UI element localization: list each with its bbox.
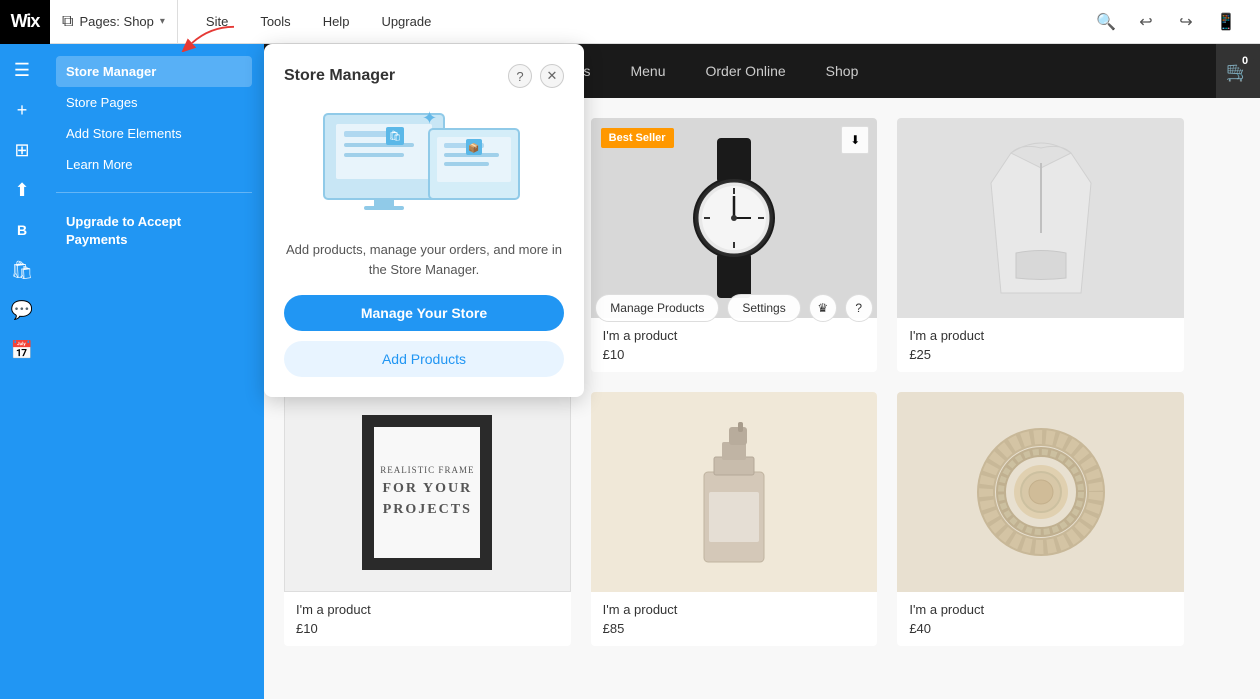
zoom-out-button[interactable]: 🔍 xyxy=(1088,4,1124,40)
red-arrow xyxy=(170,22,250,52)
product-image-perfume xyxy=(591,392,878,592)
sidebar-icon-calendar[interactable]: 📅 xyxy=(4,332,40,368)
nav-order-online[interactable]: Order Online xyxy=(686,44,806,98)
product-price-scarf: £40 xyxy=(909,621,1172,636)
scarf-illustration xyxy=(961,412,1121,572)
popup-header: Store Manager ? ✕ xyxy=(284,64,564,88)
pages-button[interactable]: ⧉ Pages: Shop ▾ xyxy=(50,0,178,44)
main-nav-right: 🛒 0 xyxy=(1216,44,1260,98)
help-icon[interactable]: ? xyxy=(845,294,873,322)
cart-badge: 0 xyxy=(1236,52,1254,70)
hoodie-illustration xyxy=(971,133,1111,303)
product-card-scarf[interactable]: I'm a product £40 xyxy=(897,392,1184,646)
sidebar-icon-add[interactable]: + xyxy=(4,92,40,128)
sidebar-icon-upload[interactable]: ⬆ xyxy=(4,172,40,208)
manage-overlay: Manage Products Settings ♛ ? xyxy=(591,294,878,322)
product-image-scarf xyxy=(897,392,1184,592)
best-seller-badge: Best Seller xyxy=(601,128,674,148)
sidebar-item-learn-more[interactable]: Learn More xyxy=(56,149,252,180)
illustration-svg: 🛍 📦 ✦ xyxy=(314,99,534,229)
product-name-scarf: I'm a product xyxy=(909,602,1172,617)
popup-actions: ? ✕ xyxy=(508,64,564,88)
upgrade-title[interactable]: Upgrade to Accept Payments xyxy=(66,213,242,249)
svg-text:📦: 📦 xyxy=(468,142,479,153)
top-bar-right: 🔍 ↩ ↪ 📱 xyxy=(1088,4,1260,40)
perfume-illustration xyxy=(684,412,784,572)
popup-title: Store Manager xyxy=(284,67,395,85)
undo-button[interactable]: ↩ xyxy=(1128,4,1164,40)
download-button[interactable]: ⬇ xyxy=(841,126,869,154)
left-sidebar: ☰ + ⊞ ⬆ B 🛍 💬 📅 xyxy=(0,44,44,699)
watch-illustration xyxy=(669,138,799,298)
product-price-frame: £10 xyxy=(296,621,559,636)
product-card-frame[interactable]: REALISTIC FRAMEFOR YOURPROJECTS I'm a pr… xyxy=(284,392,571,646)
product-image-hoodie xyxy=(897,118,1184,318)
product-card-watch[interactable]: Best Seller ⬇ xyxy=(591,118,878,372)
manage-products-button[interactable]: Manage Products xyxy=(595,294,719,322)
sidebar-icon-grid[interactable]: ⊞ xyxy=(4,132,40,168)
svg-text:🛍: 🛍 xyxy=(389,130,402,142)
chevron-down-icon: ▾ xyxy=(160,16,165,27)
product-info-hoodie: I'm a product £25 xyxy=(897,318,1184,372)
product-info-frame: I'm a product £10 xyxy=(284,592,571,646)
product-price-watch: £10 xyxy=(603,347,866,362)
product-name-perfume: I'm a product xyxy=(603,602,866,617)
sidebar-icon-blog[interactable]: B xyxy=(4,212,40,248)
store-panel: Store Manager Store Pages Add Store Elem… xyxy=(44,44,264,699)
devices-button[interactable]: 📱 xyxy=(1208,4,1244,40)
cart-button[interactable]: 🛒 0 xyxy=(1216,44,1260,98)
sidebar-icon-store[interactable]: 🛍 xyxy=(4,252,40,288)
sidebar-icon-chat[interactable]: 💬 xyxy=(4,292,40,328)
crown-icon[interactable]: ♛ xyxy=(809,294,837,322)
product-price-perfume: £85 xyxy=(603,621,866,636)
product-image-watch xyxy=(591,118,878,318)
settings-button[interactable]: Settings xyxy=(727,294,800,322)
popup-description: Add products, manage your orders, and mo… xyxy=(284,240,564,279)
frame-text: REALISTIC FRAMEFOR YOURPROJECTS xyxy=(380,464,474,520)
product-image-frame: REALISTIC FRAMEFOR YOURPROJECTS xyxy=(284,392,571,592)
tools-menu[interactable]: Tools xyxy=(248,0,302,44)
manage-your-store-button[interactable]: Manage Your Store xyxy=(284,295,564,331)
popup-help-button[interactable]: ? xyxy=(508,64,532,88)
product-price-hoodie: £25 xyxy=(909,347,1172,362)
product-name-hoodie: I'm a product xyxy=(909,328,1172,343)
pages-icon: ⧉ xyxy=(62,13,73,31)
top-nav: Site Tools Help Upgrade xyxy=(178,0,1088,44)
pages-label: Pages: Shop xyxy=(79,14,153,29)
store-illustration: 🛍 📦 ✦ xyxy=(284,104,564,224)
sidebar-icon-menu[interactable]: ☰ xyxy=(4,52,40,88)
wix-logo: Wix xyxy=(0,0,50,44)
product-name-frame: I'm a product xyxy=(296,602,559,617)
product-name-watch: I'm a product xyxy=(603,328,866,343)
product-info-perfume: I'm a product £85 xyxy=(591,592,878,646)
nav-menu[interactable]: Menu xyxy=(610,44,685,98)
sidebar-item-store-pages[interactable]: Store Pages xyxy=(56,87,252,118)
panel-divider xyxy=(56,192,252,193)
upgrade-menu[interactable]: Upgrade xyxy=(369,0,443,44)
nav-shop[interactable]: Shop xyxy=(806,44,879,98)
product-info-watch: I'm a product £10 xyxy=(591,318,878,372)
frame-border: REALISTIC FRAMEFOR YOURPROJECTS xyxy=(362,415,492,570)
sidebar-item-store-manager[interactable]: Store Manager xyxy=(56,56,252,87)
add-products-button[interactable]: Add Products xyxy=(284,341,564,377)
help-menu[interactable]: Help xyxy=(311,0,362,44)
redo-button[interactable]: ↪ xyxy=(1168,4,1204,40)
popup-close-button[interactable]: ✕ xyxy=(540,64,564,88)
sidebar-item-add-store-elements[interactable]: Add Store Elements xyxy=(56,118,252,149)
product-card-hoodie[interactable]: I'm a product £25 xyxy=(897,118,1184,372)
upgrade-section[interactable]: Upgrade to Accept Payments xyxy=(56,205,252,257)
product-info-scarf: I'm a product £40 xyxy=(897,592,1184,646)
svg-text:✦: ✦ xyxy=(422,108,437,128)
product-card-perfume[interactable]: I'm a product £85 xyxy=(591,392,878,646)
store-manager-popup: Store Manager ? ✕ 🛍 xyxy=(264,44,584,397)
